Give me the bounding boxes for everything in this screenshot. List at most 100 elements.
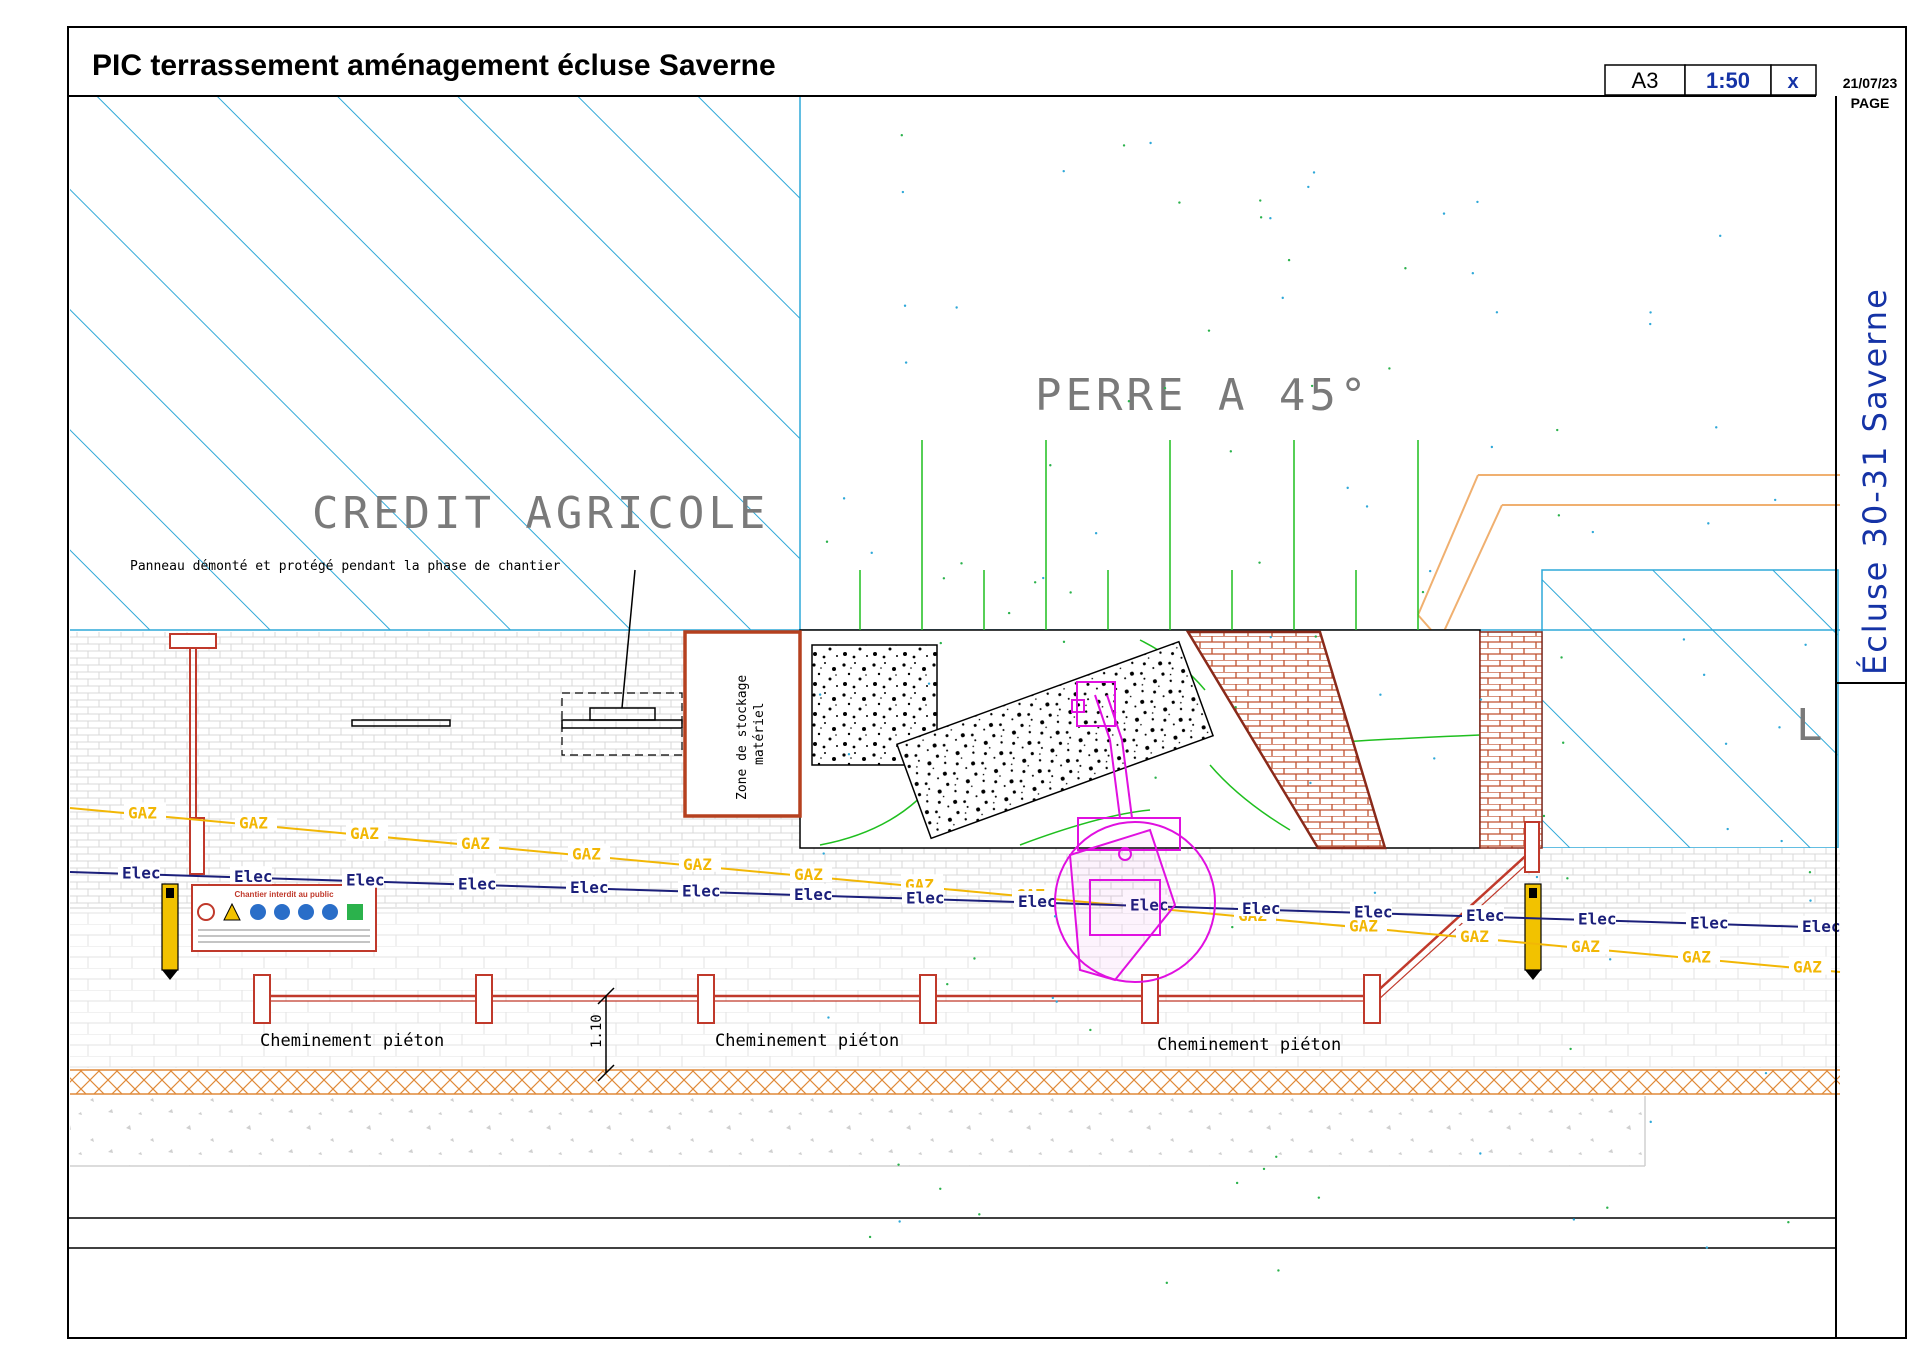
texture-dot xyxy=(903,304,907,307)
paving-right xyxy=(800,848,1840,908)
texture-dot xyxy=(1231,925,1234,929)
elec-label: Elec xyxy=(1242,899,1281,918)
texture-dot xyxy=(1346,486,1349,490)
texture-dot xyxy=(1787,1221,1790,1224)
elec-label: Elec xyxy=(234,867,273,886)
texture-dot xyxy=(1561,741,1565,744)
storage-zone-label-2: matériel xyxy=(752,702,767,765)
texture-dot xyxy=(1033,581,1037,584)
texture-dot xyxy=(1373,891,1377,894)
brick-wall-right xyxy=(1479,631,1543,849)
texture-dot xyxy=(1804,643,1807,646)
elec-label: Elec xyxy=(1466,906,1505,925)
texture-dot xyxy=(1421,590,1425,594)
panneau-note: Panneau démonté et protégé pendant la ph… xyxy=(130,559,561,574)
elec-label: Elec xyxy=(1354,903,1393,922)
gas-label: GAZ xyxy=(683,855,712,874)
texture-dot xyxy=(1388,367,1391,370)
texture-dot xyxy=(1773,498,1777,502)
texture-dot xyxy=(1719,234,1722,238)
texture-dot xyxy=(1649,311,1652,314)
gas-label: GAZ xyxy=(239,814,268,833)
texture-dot xyxy=(1049,464,1052,467)
cheminement-label-2: Cheminement piéton xyxy=(715,1031,899,1051)
texture-dot xyxy=(1495,311,1499,314)
partial-label-right: L xyxy=(1796,700,1823,751)
texture-dot xyxy=(1259,199,1262,202)
sheet-label: x xyxy=(1787,71,1798,93)
texture-dot xyxy=(1287,258,1291,262)
elec-label: Elec xyxy=(682,881,721,900)
texture-dot xyxy=(1608,958,1612,961)
site-plan-drawing: Zone de stockage matériel 1.10 Chantier … xyxy=(67,26,1907,1339)
texture-dot xyxy=(822,852,825,855)
cheminement-label-3: Cheminement piéton xyxy=(1157,1035,1341,1055)
side-title: Écluse 30-31 Saverne xyxy=(1856,287,1894,675)
texture-dot xyxy=(1726,827,1729,831)
gas-label: GAZ xyxy=(350,824,379,843)
elec-label: Elec xyxy=(346,871,385,890)
texture-dot xyxy=(1702,673,1706,677)
texture-dot xyxy=(898,1220,901,1223)
texture-dot xyxy=(827,1016,830,1019)
texture-dot xyxy=(978,1213,981,1216)
gas-label: GAZ xyxy=(461,834,490,853)
storage-zone-label-1: Zone de stockage xyxy=(735,675,750,800)
elec-label: Elec xyxy=(1578,910,1617,929)
right-hatched-zone xyxy=(1542,570,1838,848)
elec-label: Elec xyxy=(1690,913,1729,932)
texture-dot xyxy=(897,1163,900,1166)
boots-icon xyxy=(298,904,314,920)
date-label: 21/07/23 xyxy=(1843,75,1898,91)
site-sign-board: Chantier interdit au public xyxy=(191,884,377,952)
texture-dot xyxy=(1042,576,1045,580)
gas-label: GAZ xyxy=(572,845,601,864)
perre-label: PERRE A 45° xyxy=(1035,370,1370,421)
texture-dot xyxy=(1809,899,1812,902)
texture-dot xyxy=(1163,386,1167,390)
sign-header: Chantier interdit au public xyxy=(234,890,334,899)
page-label: PAGE xyxy=(1851,95,1890,111)
texture-dot xyxy=(939,641,942,645)
texture-dot xyxy=(1062,640,1066,644)
texture-dot xyxy=(1490,445,1494,449)
texture-dot xyxy=(1062,169,1065,173)
texture-dot xyxy=(1069,591,1072,594)
texture-dot xyxy=(1259,216,1263,219)
no-entry-icon xyxy=(197,903,215,921)
texture-dot xyxy=(1007,611,1011,615)
page-title: PIC terrassement aménagement écluse Save… xyxy=(92,49,776,82)
texture-dot xyxy=(1606,1206,1609,1209)
gloves-icon xyxy=(322,904,338,920)
texture-dot xyxy=(1258,561,1261,564)
texture-dot xyxy=(904,361,908,364)
texture-dot xyxy=(1682,638,1686,641)
texture-dot xyxy=(1312,171,1316,174)
texture-dot xyxy=(960,562,963,565)
texture-dot xyxy=(1471,272,1475,275)
texture-dot xyxy=(1277,1269,1280,1272)
texture-dot xyxy=(1560,656,1563,659)
gas-label: GAZ xyxy=(1460,927,1489,946)
texture-dot xyxy=(927,682,931,685)
texture-dot xyxy=(1479,1152,1482,1155)
texture-dot xyxy=(901,190,905,194)
texture-dot xyxy=(1566,877,1569,880)
texture-dot xyxy=(1379,693,1382,696)
texture-dot xyxy=(955,306,958,309)
elec-label: Elec xyxy=(122,864,161,883)
texture-dot xyxy=(870,551,873,555)
texture-dot xyxy=(818,693,822,696)
texture-dot xyxy=(1275,1155,1278,1158)
texture-dot xyxy=(1476,200,1479,204)
road-area xyxy=(70,1096,1645,1166)
texture-dot xyxy=(847,752,851,756)
texture-dot xyxy=(1649,322,1652,326)
texture-dot xyxy=(1764,1071,1768,1075)
texture-dot xyxy=(1428,569,1432,573)
texture-dot xyxy=(1269,635,1272,639)
texture-dot xyxy=(1309,781,1312,785)
vest-icon xyxy=(274,904,290,920)
texture-dot xyxy=(1572,1218,1576,1221)
first-aid-icon xyxy=(347,904,363,920)
